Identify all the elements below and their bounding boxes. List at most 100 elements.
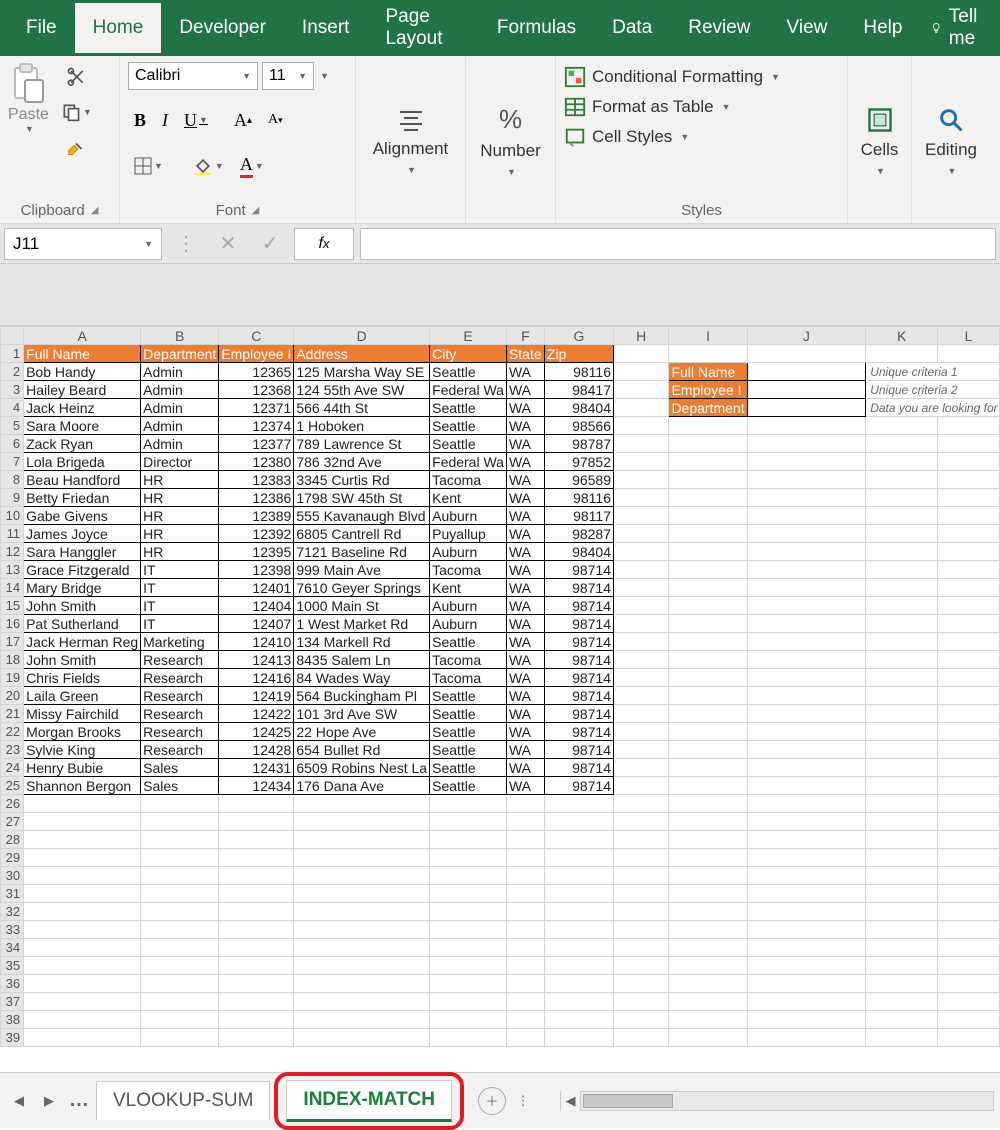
cell[interactable]: Director	[141, 453, 219, 471]
row-header[interactable]: 31	[1, 885, 24, 903]
cancel-icon[interactable]: ✕	[210, 228, 246, 260]
cell[interactable]: John Smith	[24, 597, 141, 615]
cell[interactable]: Admin	[141, 417, 219, 435]
cell[interactable]: Seattle	[430, 723, 507, 741]
cell[interactable]	[866, 669, 938, 687]
cell[interactable]: Seattle	[430, 777, 507, 795]
menu-help[interactable]: Help	[845, 3, 920, 53]
cell[interactable]	[614, 651, 669, 669]
cell[interactable]	[506, 1029, 544, 1047]
editing-button[interactable]: Editing ▼	[920, 62, 982, 219]
cell[interactable]	[866, 453, 938, 471]
dialog-launcher-icon[interactable]: ◢	[91, 205, 99, 216]
cell[interactable]	[506, 795, 544, 813]
cell[interactable]	[219, 1011, 294, 1029]
cell[interactable]	[544, 921, 613, 939]
cell[interactable]: 12404	[219, 597, 294, 615]
cell[interactable]	[866, 597, 938, 615]
row-header[interactable]: 7	[1, 453, 24, 471]
cell[interactable]	[669, 525, 747, 543]
cell[interactable]	[506, 957, 544, 975]
col-header[interactable]: I	[669, 327, 747, 345]
cell[interactable]: Kent	[430, 579, 507, 597]
cell[interactable]	[747, 831, 866, 849]
cell[interactable]	[614, 435, 669, 453]
cell[interactable]	[294, 1029, 430, 1047]
row-header[interactable]: 21	[1, 705, 24, 723]
cell[interactable]: Research	[141, 669, 219, 687]
cell[interactable]	[938, 633, 1000, 651]
col-header[interactable]: D	[294, 327, 430, 345]
cell[interactable]: 555 Kavanaugh Blvd	[294, 507, 430, 525]
cell[interactable]: 98714	[544, 579, 613, 597]
cell-styles-button[interactable]: Cell Styles▼	[564, 122, 839, 152]
cell[interactable]	[24, 867, 141, 885]
cell[interactable]	[614, 975, 669, 993]
cell[interactable]: 12368	[219, 381, 294, 399]
cell[interactable]	[669, 471, 747, 489]
confirm-icon[interactable]: ✓	[252, 228, 288, 260]
cell[interactable]	[747, 993, 866, 1011]
cell[interactable]: 12425	[219, 723, 294, 741]
cell[interactable]	[747, 381, 866, 399]
dialog-launcher-icon[interactable]: ◢	[252, 205, 260, 216]
cell[interactable]	[669, 561, 747, 579]
row-header[interactable]: 23	[1, 741, 24, 759]
row-header[interactable]: 29	[1, 849, 24, 867]
cell[interactable]	[614, 381, 669, 399]
cell[interactable]: 97852	[544, 453, 613, 471]
row-header[interactable]: 9	[1, 489, 24, 507]
cell[interactable]: 6805 Cantrell Rd	[294, 525, 430, 543]
cell[interactable]	[938, 453, 1000, 471]
cell[interactable]	[614, 489, 669, 507]
cell[interactable]: 98116	[544, 489, 613, 507]
decrease-font-button[interactable]: A▾	[262, 108, 289, 132]
cell[interactable]	[938, 723, 1000, 741]
cell[interactable]	[430, 849, 507, 867]
cell[interactable]: WA	[506, 561, 544, 579]
cell[interactable]: 12401	[219, 579, 294, 597]
cell[interactable]: Admin	[141, 363, 219, 381]
cell[interactable]: 786 32nd Ave	[294, 453, 430, 471]
cell[interactable]	[614, 885, 669, 903]
cell[interactable]	[294, 903, 430, 921]
cell[interactable]	[747, 795, 866, 813]
cell[interactable]	[669, 849, 747, 867]
cell[interactable]	[747, 885, 866, 903]
cell[interactable]: Shannon Bergon	[24, 777, 141, 795]
cell[interactable]	[506, 975, 544, 993]
cell[interactable]	[614, 633, 669, 651]
cell[interactable]: WA	[506, 399, 544, 417]
cell[interactable]: Research	[141, 651, 219, 669]
row-header[interactable]: 11	[1, 525, 24, 543]
cell[interactable]	[614, 669, 669, 687]
cell[interactable]	[430, 813, 507, 831]
cell[interactable]	[544, 849, 613, 867]
cell[interactable]	[747, 363, 866, 381]
cell[interactable]	[614, 597, 669, 615]
cell[interactable]	[294, 1011, 430, 1029]
cell[interactable]	[669, 453, 747, 471]
col-header[interactable]: K	[866, 327, 938, 345]
cell[interactable]	[294, 813, 430, 831]
cell[interactable]: Grace Fitzgerald	[24, 561, 141, 579]
cell[interactable]	[614, 705, 669, 723]
cell[interactable]	[544, 831, 613, 849]
cell[interactable]: 12392	[219, 525, 294, 543]
cell[interactable]	[544, 975, 613, 993]
cell[interactable]	[669, 687, 747, 705]
cell[interactable]: 98787	[544, 435, 613, 453]
cell[interactable]: Betty Friedan	[24, 489, 141, 507]
cell[interactable]: 124 55th Ave SW	[294, 381, 430, 399]
cell[interactable]	[747, 579, 866, 597]
cell[interactable]: Sales	[141, 777, 219, 795]
cell[interactable]	[24, 831, 141, 849]
cell[interactable]: WA	[506, 633, 544, 651]
cell[interactable]: WA	[506, 669, 544, 687]
cell[interactable]: 12365	[219, 363, 294, 381]
cell[interactable]	[614, 759, 669, 777]
cell[interactable]	[24, 975, 141, 993]
cell[interactable]: Jack Heinz	[24, 399, 141, 417]
cell[interactable]	[866, 525, 938, 543]
tab-nav-prev[interactable]: ◀	[6, 1088, 32, 1114]
